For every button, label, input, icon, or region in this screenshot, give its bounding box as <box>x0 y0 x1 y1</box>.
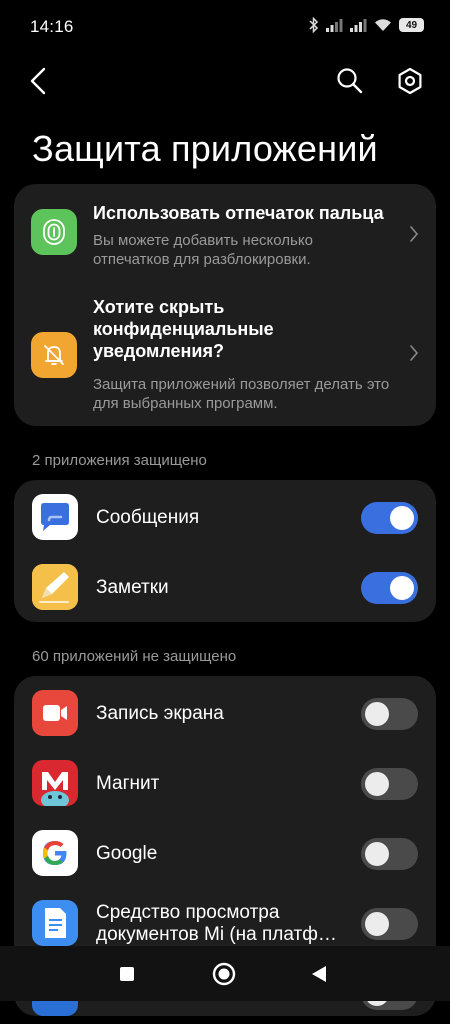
status-bar: 14:16 49 <box>0 0 450 52</box>
app-lock-toggle[interactable] <box>361 698 418 730</box>
app-row-messages: Сообщения <box>14 488 436 548</box>
app-lock-toggle[interactable] <box>361 838 418 870</box>
app-lock-toggle[interactable] <box>361 502 418 534</box>
app-row-magnit: Магнит <box>14 754 436 814</box>
settings-button[interactable] <box>392 63 428 99</box>
mi-doc-viewer-app-icon <box>32 900 78 946</box>
app-name: Магнит <box>96 773 160 794</box>
bluetooth-icon <box>309 17 319 33</box>
app-lock-toggle[interactable] <box>361 572 418 604</box>
recents-button[interactable] <box>114 961 140 987</box>
square-icon <box>120 967 134 981</box>
status-icons: 49 <box>309 17 424 33</box>
fingerprint-icon <box>31 209 77 255</box>
search-button[interactable] <box>332 63 368 99</box>
app-name: Запись экрана <box>96 703 224 724</box>
tip-hide-notifications[interactable]: Хотите скрыть конфиденциальные уведомлен… <box>14 286 436 426</box>
search-icon <box>337 68 363 94</box>
chevron-right-icon <box>410 226 419 242</box>
tips-card: Использовать отпечаток пальца Вы можете … <box>14 184 436 426</box>
system-nav-bar <box>0 946 450 1001</box>
magnit-app-icon <box>32 760 78 806</box>
triangle-back-icon <box>312 966 326 982</box>
tip-description: Вы можете добавить несколько отпечатков … <box>93 232 313 268</box>
signal-icon-2 <box>350 19 367 32</box>
messages-app-icon <box>32 494 78 540</box>
protected-section-label: 2 приложения защищено <box>32 452 207 469</box>
protected-apps-card: Сообщения Заметки <box>14 480 436 622</box>
wifi-icon <box>375 19 391 31</box>
toggle-knob <box>365 772 389 796</box>
toggle-knob <box>365 842 389 866</box>
app-name: Google <box>96 843 158 864</box>
toggle-knob <box>365 912 389 936</box>
tip-fingerprint[interactable]: Использовать отпечаток пальца Вы можете … <box>14 184 436 286</box>
toggle-knob <box>390 506 414 530</box>
app-row-google: Google <box>14 824 436 884</box>
app-lock-toggle[interactable] <box>361 768 418 800</box>
back-arrow-icon <box>30 67 46 95</box>
signal-icon <box>326 19 343 32</box>
bell-off-icon <box>31 332 77 378</box>
app-lock-toggle[interactable] <box>361 908 418 940</box>
notes-app-icon <box>32 564 78 610</box>
screen-recorder-app-icon <box>32 690 78 736</box>
tip-title: Использовать отпечаток пальца <box>93 203 384 223</box>
tip-description: Защита приложений позволяет делать это д… <box>93 376 390 412</box>
home-button[interactable] <box>211 961 237 987</box>
circle-icon <box>212 962 236 986</box>
page-title: Защита приложений <box>32 128 378 169</box>
status-time: 14:16 <box>30 17 74 36</box>
app-row-screen-recorder: Запись экрана <box>14 684 436 744</box>
chevron-right-icon <box>410 345 419 361</box>
back-button[interactable] <box>22 63 58 99</box>
battery-indicator: 49 <box>399 18 424 32</box>
app-row-mi-doc-viewer: Средство просмотра документов Mi (на пла… <box>14 894 436 954</box>
tip-title: Хотите скрыть конфиденциальные уведомлен… <box>93 297 274 361</box>
toggle-knob <box>365 702 389 726</box>
gear-icon <box>398 67 422 95</box>
app-bar <box>0 55 450 111</box>
back-nav-button[interactable] <box>306 961 332 987</box>
google-app-icon <box>32 830 78 876</box>
app-name: Заметки <box>96 577 169 598</box>
app-name: Сообщения <box>96 507 200 528</box>
app-name: Средство просмотра документов Mi (на пла… <box>96 902 337 945</box>
toggle-knob <box>390 576 414 600</box>
app-row-notes: Заметки <box>14 558 436 618</box>
unprotected-section-label: 60 приложений не защищено <box>32 648 237 665</box>
